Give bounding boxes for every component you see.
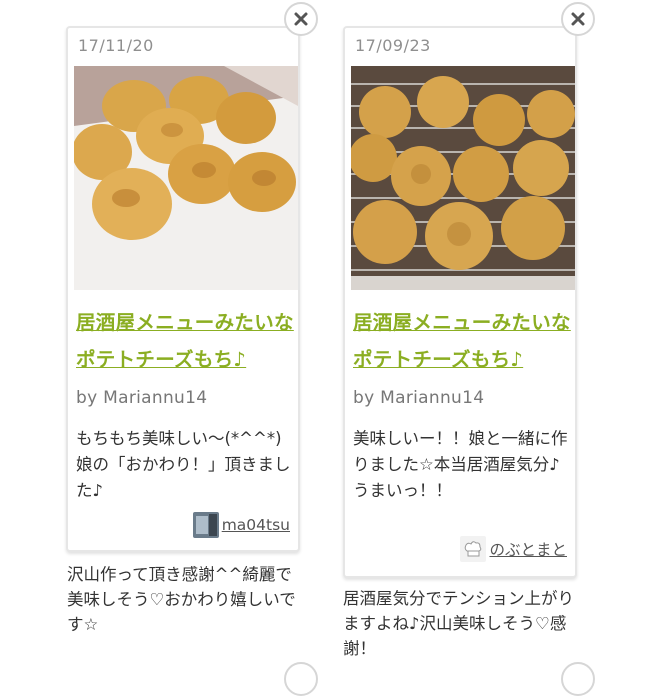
close-icon[interactable] [284,2,318,36]
recipe-title[interactable]: 居酒屋メニューみたいなポテトチーズもち♪ [353,311,571,371]
card-date: 17/11/20 [78,36,154,55]
recipe-author-label: by Mariannu14 [353,388,485,408]
recipe-title[interactable]: 居酒屋メニューみたいなポテトチーズもち♪ [76,311,294,371]
card-date: 17/09/23 [355,36,431,55]
tsukurepo-card: 17/09/23 居酒屋メニューみたいなポテトチーズもち♪ by Mariann… [343,26,577,578]
recipe-author-label: by Mariannu14 [76,388,208,408]
close-icon[interactable] [561,2,595,36]
tsukurepo-card: 17/11/20 居酒屋メニューみたいなポテトチーズもち♪ by Mariann… [66,26,300,552]
avatar[interactable] [192,512,219,538]
tsukurepo-comment: もちもち美味しい〜(*^^*)娘の「おかわり！」頂きました♪ [76,429,291,500]
recipe-photo[interactable] [74,66,298,290]
author-name[interactable]: ma04tsu [222,516,290,534]
tsukurepo-author-link[interactable]: のぶとまと [460,536,567,562]
close-icon [571,12,585,26]
tsukurepo-comment: 美味しいー！！娘と一緒に作りました☆本当居酒屋気分♪うまいっ！！ [353,429,568,500]
reply-text: 居酒屋気分でテンション上がりますよね♪沢山美味しそう♡感謝！ [343,589,574,658]
close-icon [294,12,308,26]
recipe-photo[interactable] [351,66,575,290]
reply-text: 沢山作って頂き感謝^^綺麗で美味しそう♡おかわり嬉しいです☆ [67,565,296,634]
recipe-title-link[interactable]: 居酒屋メニューみたいなポテトチーズもち♪ by Mariannu14 [76,304,298,417]
tsukurepo-author-link[interactable]: ma04tsu [192,512,290,538]
recipe-title-link[interactable]: 居酒屋メニューみたいなポテトチーズもち♪ by Mariannu14 [353,304,575,417]
author-name[interactable]: のぶとまと [489,538,567,560]
close-icon[interactable] [284,662,318,696]
chef-hat-icon[interactable] [460,536,487,562]
close-icon[interactable] [561,662,595,696]
